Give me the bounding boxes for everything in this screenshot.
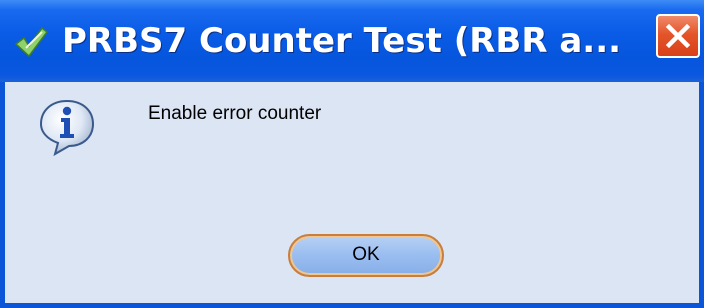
checkmark-icon [12,24,50,60]
dialog-message: Enable error counter [148,103,322,124]
information-icon [37,97,97,157]
dialog-window: PRBS7 Counter Test (RBR a... Enable erro… [0,0,704,308]
ok-button[interactable]: OK [288,234,444,277]
title-bar[interactable]: PRBS7 Counter Test (RBR a... [0,0,704,82]
window-title: PRBS7 Counter Test (RBR a... [62,21,622,61]
close-button[interactable] [656,14,700,58]
